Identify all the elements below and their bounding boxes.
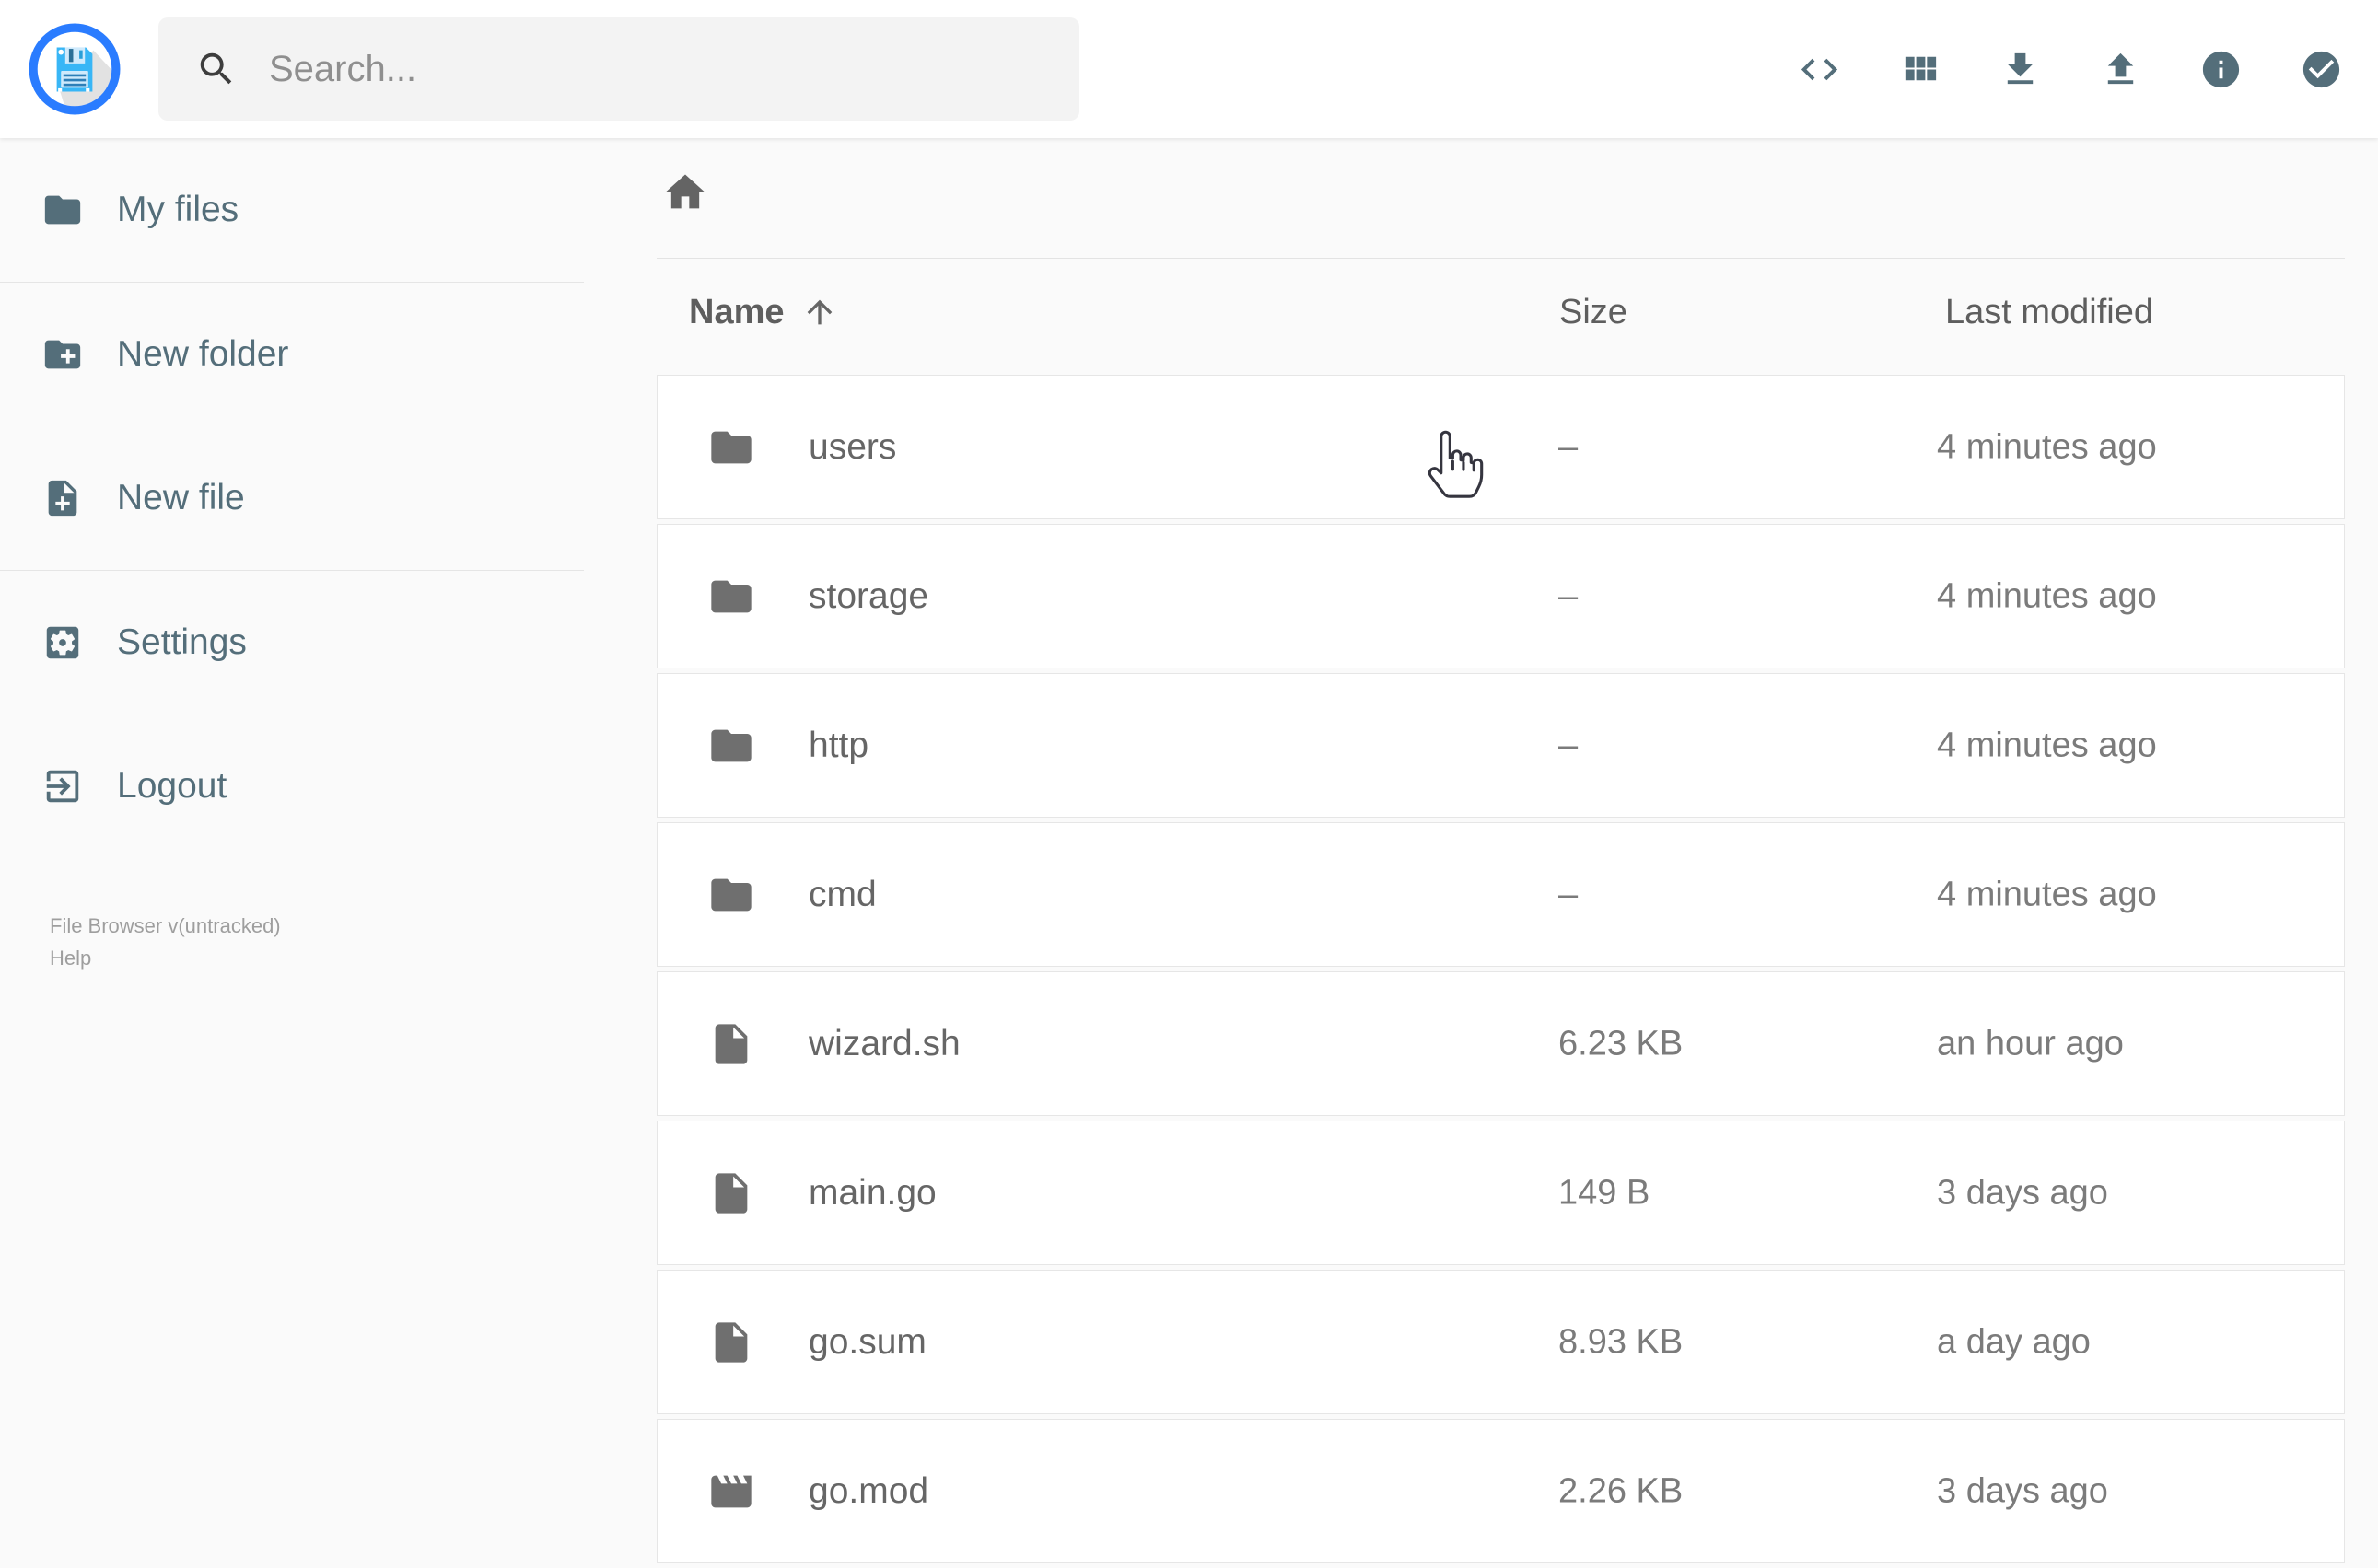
info-button[interactable] xyxy=(2199,48,2243,91)
file-modified: 3 days ago xyxy=(1937,1173,2108,1212)
code-icon xyxy=(1798,48,1841,91)
file-modified: 4 minutes ago xyxy=(1937,576,2157,615)
home-icon xyxy=(661,168,709,216)
file-name: http xyxy=(809,725,869,765)
movie-icon xyxy=(707,1468,755,1516)
file-size: – xyxy=(1558,427,1579,466)
settings-icon xyxy=(41,621,84,664)
file-name: users xyxy=(809,426,897,467)
file-listing: users – 4 minutes ago storage – 4 minute… xyxy=(657,375,2345,1568)
file-name: wizard.sh xyxy=(809,1023,961,1063)
sidebar-item-my-files[interactable]: My files xyxy=(0,138,584,282)
sidebar-item-label: New file xyxy=(117,478,245,517)
sidebar-item-label: Logout xyxy=(117,766,227,806)
file-modified: 3 days ago xyxy=(1937,1471,2108,1510)
breadcrumb-divider xyxy=(657,258,2345,259)
file-plus-icon xyxy=(41,477,84,519)
file-row[interactable]: main.go 149 B 3 days ago xyxy=(657,1121,2345,1265)
topbar-actions xyxy=(1798,0,2343,138)
app-version-text: File Browser v(untracked) xyxy=(50,914,281,937)
file-name: storage xyxy=(809,575,929,616)
file-row[interactable]: users – 4 minutes ago xyxy=(657,375,2345,519)
file-modified: 4 minutes ago xyxy=(1937,726,2157,764)
file-row[interactable]: cmd – 4 minutes ago xyxy=(657,822,2345,967)
file-size: 6.23 KB xyxy=(1558,1024,1684,1063)
file-row[interactable]: go.mod 2.26 KB 3 days ago xyxy=(657,1419,2345,1563)
file-name: cmd xyxy=(809,874,877,914)
file-icon xyxy=(707,1318,755,1366)
column-name-label: Name xyxy=(689,293,785,331)
breadcrumb-home-button[interactable] xyxy=(661,168,709,216)
file-size: 8.93 KB xyxy=(1558,1322,1684,1361)
column-header-modified[interactable]: Last modified xyxy=(1945,291,2153,333)
file-modified: 4 minutes ago xyxy=(1937,427,2157,466)
check-circle-icon xyxy=(2300,48,2343,91)
folder-plus-icon xyxy=(41,333,84,376)
file-name: go.sum xyxy=(809,1321,927,1362)
download-icon xyxy=(1999,48,2042,91)
help-link[interactable]: Help xyxy=(50,942,281,974)
column-modified-label: Last modified xyxy=(1945,293,2154,331)
download-button[interactable] xyxy=(1999,48,2042,91)
sidebar-item-new-file[interactable]: New file xyxy=(0,426,584,570)
sidebar-item-label: My files xyxy=(117,190,239,229)
column-header-size[interactable]: Size xyxy=(1559,291,1627,333)
column-size-label: Size xyxy=(1559,293,1627,331)
file-modified: a day ago xyxy=(1937,1322,2091,1361)
sidebar-item-new-folder[interactable]: New folder xyxy=(0,283,584,426)
file-row[interactable]: storage – 4 minutes ago xyxy=(657,524,2345,668)
search-input[interactable] xyxy=(267,47,1026,91)
file-name: main.go xyxy=(809,1172,937,1213)
view-mode-button[interactable] xyxy=(1898,48,1941,91)
sidebar-footer: File Browser v(untracked) Help xyxy=(50,910,281,974)
top-toolbar xyxy=(0,0,2378,138)
file-size: 149 B xyxy=(1558,1173,1650,1212)
file-icon xyxy=(707,1169,755,1217)
folder-icon xyxy=(707,424,755,471)
column-header-name[interactable]: Name xyxy=(689,291,838,333)
file-name: go.mod xyxy=(809,1470,929,1511)
sidebar-item-label: New folder xyxy=(117,334,289,374)
floppy-disk-icon xyxy=(28,22,122,116)
filebrowser-logo[interactable] xyxy=(28,22,122,116)
shell-button[interactable] xyxy=(1798,48,1841,91)
search-bar[interactable] xyxy=(158,17,1079,121)
file-size: – xyxy=(1558,576,1579,615)
sidebar-item-settings[interactable]: Settings xyxy=(0,571,584,714)
sidebar: My files New folder New file Settings Logout… xyxy=(0,138,584,1528)
file-size: – xyxy=(1558,726,1579,764)
search-icon xyxy=(195,48,238,90)
select-multiple-button[interactable] xyxy=(2300,48,2343,91)
logout-icon xyxy=(41,765,84,807)
upload-icon xyxy=(2099,48,2142,91)
file-row[interactable]: wizard.sh 6.23 KB an hour ago xyxy=(657,971,2345,1116)
file-modified: an hour ago xyxy=(1937,1024,2124,1063)
file-size: 2.26 KB xyxy=(1558,1471,1684,1510)
sort-ascending-icon xyxy=(801,294,838,331)
info-icon xyxy=(2199,48,2243,91)
file-icon xyxy=(707,1020,755,1068)
sidebar-item-logout[interactable]: Logout xyxy=(0,714,584,858)
folder-icon xyxy=(41,189,84,231)
file-modified: 4 minutes ago xyxy=(1937,875,2157,913)
sidebar-items: My files New folder New file Settings Logout xyxy=(0,138,584,858)
grid-icon xyxy=(1898,48,1941,91)
sidebar-item-label: Settings xyxy=(117,622,247,662)
file-size: – xyxy=(1558,875,1579,913)
folder-icon xyxy=(707,871,755,919)
folder-icon xyxy=(707,573,755,621)
file-row[interactable]: go.sum 8.93 KB a day ago xyxy=(657,1270,2345,1414)
file-row[interactable]: http – 4 minutes ago xyxy=(657,673,2345,818)
folder-icon xyxy=(707,722,755,770)
upload-button[interactable] xyxy=(2099,48,2142,91)
